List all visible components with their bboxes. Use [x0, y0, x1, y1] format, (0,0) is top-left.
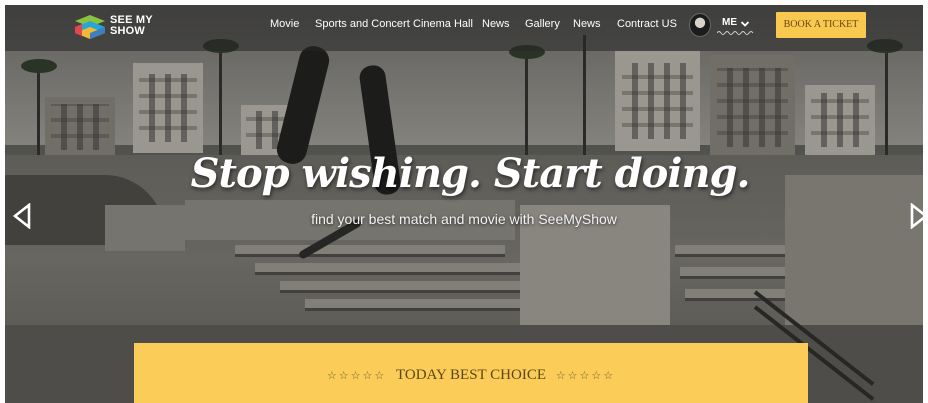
page: SEE MY SHOW Movie Sports and Concert Cin…: [0, 0, 928, 403]
nav-item-movie[interactable]: Movie: [270, 18, 299, 30]
user-avatar[interactable]: [689, 13, 711, 37]
hero-subline: find your best match and movie with SeeM…: [311, 211, 617, 227]
stacked-layers-icon[interactable]: [73, 13, 107, 43]
hero-headline: Stop wishing. Start doing.: [190, 150, 751, 197]
banner-title: TODAY BEST CHOICE: [395, 367, 547, 383]
triangle-left-icon[interactable]: [11, 203, 33, 229]
today-best-choice-banner: ☆☆☆☆☆ TODAY BEST CHOICE ☆☆☆☆☆: [134, 343, 808, 403]
triangle-right-icon[interactable]: [908, 203, 928, 229]
brand-name[interactable]: SEE MY SHOW: [110, 15, 153, 37]
banner-stars-right: ☆☆☆☆☆: [555, 370, 616, 382]
nav-item-contract-us[interactable]: Contract US: [617, 18, 677, 30]
nav-item-gallery[interactable]: Gallery: [525, 18, 560, 30]
nav-item-cinema-hall[interactable]: Cinema Hall: [413, 18, 473, 30]
banner-heading: ☆☆☆☆☆ TODAY BEST CHOICE ☆☆☆☆☆: [134, 367, 808, 384]
chevron-down-icon[interactable]: [740, 19, 750, 29]
banner-stars-left: ☆☆☆☆☆: [326, 370, 387, 382]
user-menu-label[interactable]: ME: [722, 17, 737, 28]
nav-item-sports-and-concert[interactable]: Sports and Concert: [315, 18, 410, 30]
user-menu-underline: [717, 31, 754, 35]
book-a-ticket-button[interactable]: BOOK A TICKET: [776, 12, 866, 38]
nav-item-news-2[interactable]: News: [573, 18, 601, 30]
nav-item-news[interactable]: News: [482, 18, 510, 30]
brand-line-2: SHOW: [110, 25, 146, 37]
